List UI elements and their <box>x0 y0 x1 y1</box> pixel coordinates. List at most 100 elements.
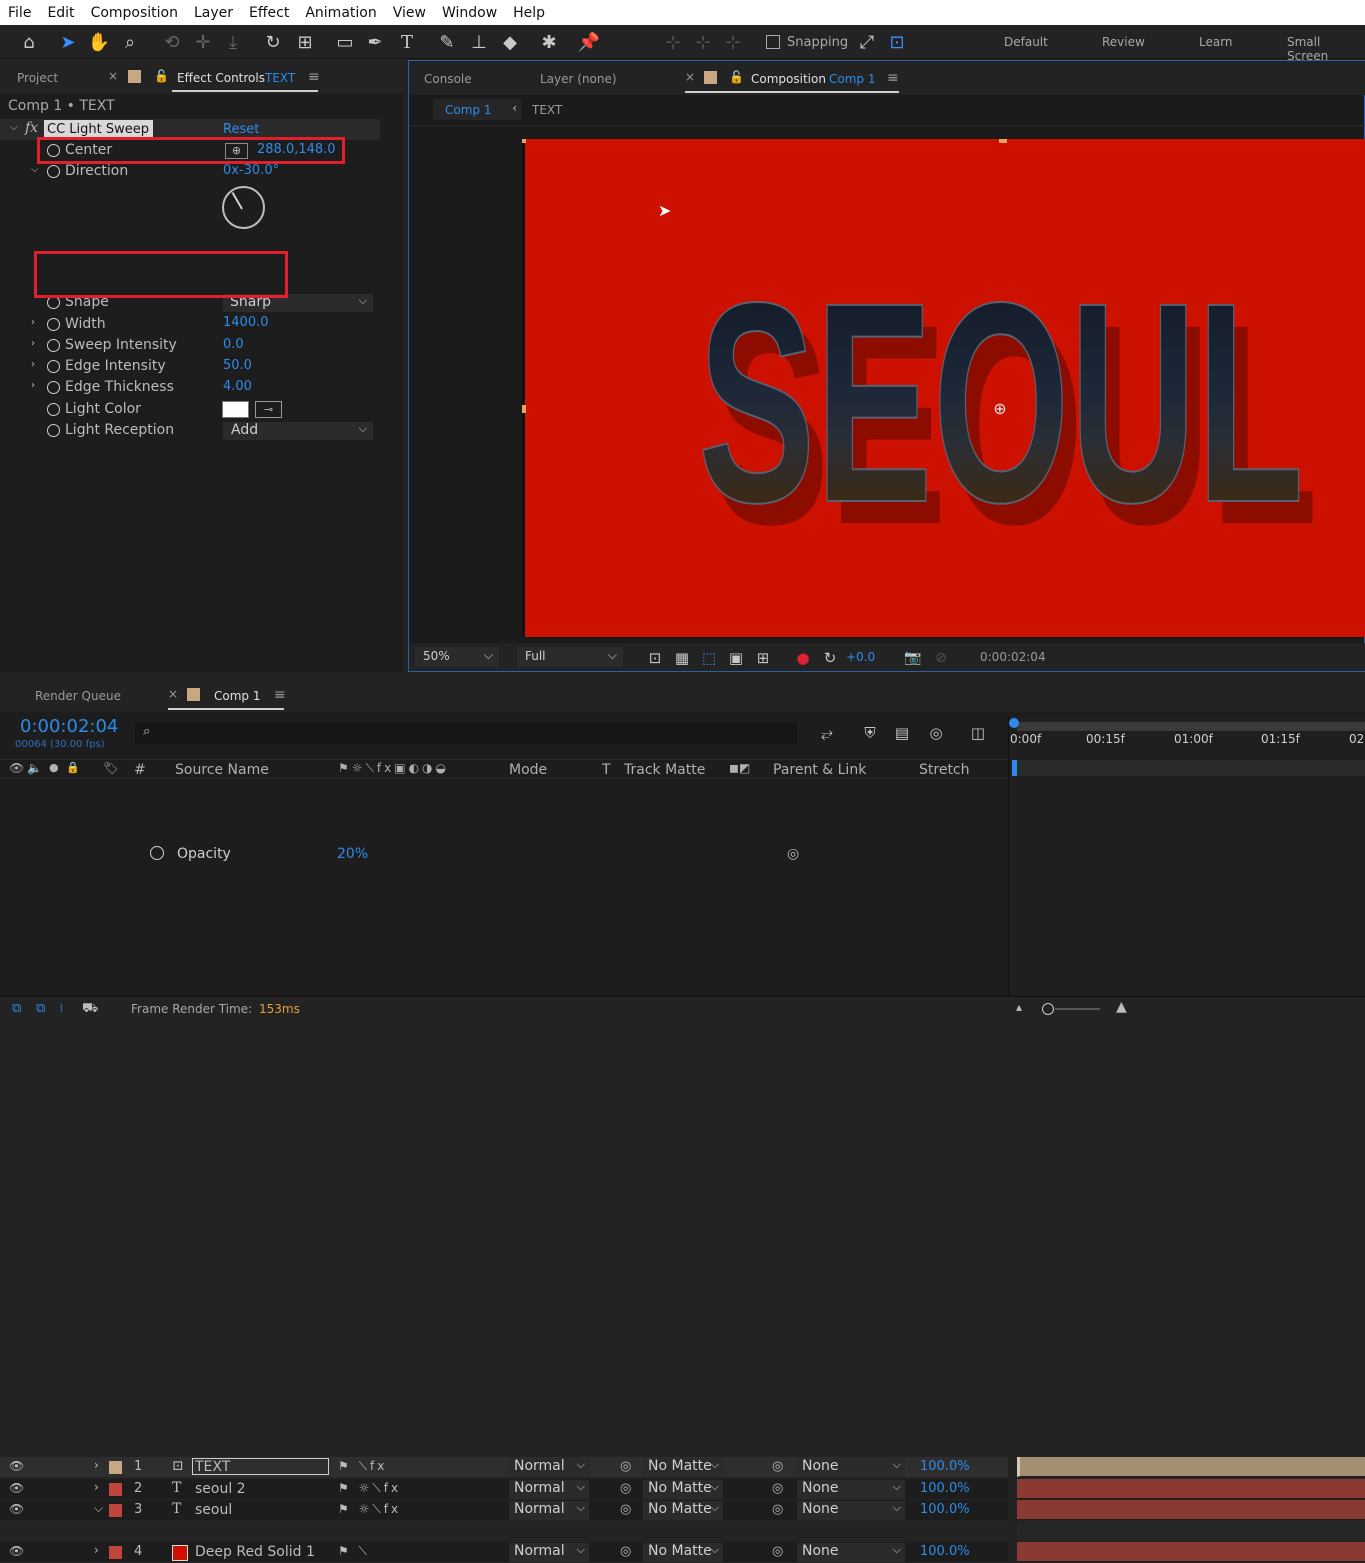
light-color-swatch[interactable] <box>222 401 249 418</box>
prop-value-edge-intensity[interactable]: 50.0 <box>223 358 252 373</box>
panel-menu-icon[interactable]: ≡ <box>274 687 286 703</box>
tab-effect-controls[interactable]: Effect Controls <box>177 71 265 85</box>
pick-whip-icon[interactable]: ◎ <box>772 1502 783 1517</box>
mode-dropdown[interactable]: Normal ⌵ <box>509 1543 589 1562</box>
eye-icon[interactable]: 👁 <box>9 1459 24 1473</box>
toggle-layer-switches-icon[interactable]: ⧉ <box>12 1001 21 1016</box>
transform-handle[interactable] <box>522 139 526 143</box>
menu-effect[interactable]: Effect <box>241 5 297 21</box>
tab-render-queue[interactable]: Render Queue <box>35 689 121 703</box>
menu-edit[interactable]: Edit <box>39 5 82 21</box>
grid-guides-icon[interactable]: ⊞ <box>750 645 776 671</box>
eye-icon[interactable]: 👁 <box>9 1502 24 1516</box>
menu-window[interactable]: Window <box>434 5 505 21</box>
prop-value-direction[interactable]: 0x-30.0° <box>223 163 279 178</box>
mode-dropdown[interactable]: Normal ⌵ <box>509 1458 589 1477</box>
layer-switches[interactable]: ⚑ ⟍ <box>338 1544 370 1559</box>
timeline-graph-area[interactable]: 0:00f 00:15f 01:00f 01:15f 02: <box>1008 716 1365 1016</box>
composition-canvas[interactable]: SEOUL SEOUL ⊕ ➤ <box>522 139 1365 637</box>
menu-file[interactable]: File <box>0 5 39 21</box>
menu-layer[interactable]: Layer <box>186 5 241 21</box>
eyedropper-icon[interactable]: ⊸ <box>255 401 282 418</box>
tab-composition-name[interactable]: Comp 1 <box>829 72 875 86</box>
stopwatch-icon[interactable] <box>47 424 60 437</box>
frame-blending-icon[interactable]: ▤ <box>889 720 915 746</box>
menu-composition[interactable]: Composition <box>83 5 186 21</box>
close-icon[interactable]: × <box>685 70 695 84</box>
chevron-down-icon[interactable]: ⌵ <box>31 164 39 175</box>
reset-exposure-icon[interactable]: ↻ <box>817 645 843 671</box>
header-track-matte[interactable]: Track Matte <box>624 762 705 778</box>
chevron-right-icon[interactable]: › <box>94 1480 99 1494</box>
panel-menu-icon[interactable]: ≡ <box>308 69 320 85</box>
transform-handle[interactable] <box>522 405 526 413</box>
pick-whip-icon[interactable]: ◎ <box>772 1481 783 1496</box>
menu-view[interactable]: View <box>385 5 434 21</box>
zoom-dropdown[interactable]: 50% ⌵ <box>415 647 499 667</box>
track-matte-dropdown[interactable]: No Matte ⌵ <box>643 1480 723 1499</box>
layer-duration-bar[interactable] <box>1017 1457 1365 1477</box>
layer-name[interactable]: seoul <box>195 1502 232 1518</box>
layer-name[interactable]: seoul 2 <box>195 1481 246 1497</box>
chevron-right-icon[interactable]: › <box>31 359 35 370</box>
layer-duration-bar[interactable] <box>1017 1542 1365 1562</box>
menu-help[interactable]: Help <box>505 5 553 21</box>
axis-world-icon[interactable]: ⊹ <box>690 29 716 55</box>
layer-label-color[interactable] <box>109 1504 122 1517</box>
table-row[interactable]: 👁 › 4 Deep Red Solid 1 ⚑ ⟍ Normal ⌵ ◎ No … <box>0 1542 1008 1563</box>
pick-whip-icon[interactable]: ◎ <box>772 1459 783 1474</box>
sub-tab-comp[interactable]: Comp 1 ‹ <box>433 99 521 120</box>
chevron-down-icon[interactable]: ⌵ <box>10 122 18 133</box>
stopwatch-icon[interactable] <box>47 360 60 373</box>
layer-switches[interactable]: ⚑ ☼⟍fx <box>338 1481 401 1496</box>
stretch-value[interactable]: 100.0% <box>920 1544 970 1559</box>
matte-link-icon[interactable]: ◎ <box>620 1544 631 1559</box>
pen-tool-icon[interactable]: ✒ <box>362 29 388 55</box>
snap-edges-icon[interactable]: ⤢ <box>854 29 880 55</box>
zoom-slider-track[interactable] <box>1055 1008 1100 1010</box>
chevron-down-icon[interactable]: ⌵ <box>94 1501 103 1516</box>
lock-icon[interactable]: 🔒 <box>66 761 80 774</box>
rotate-tool-icon[interactable]: ↻ <box>260 29 286 55</box>
parent-dropdown[interactable]: None ⌵ <box>797 1543 905 1562</box>
tab-composition[interactable]: Composition <box>751 72 826 86</box>
zoom-slider-handle[interactable] <box>1042 1003 1054 1015</box>
layer-switches[interactable]: ⚑ ⟍fx <box>338 1459 387 1474</box>
workspace-small-screen[interactable]: Small Screen <box>1287 35 1365 63</box>
motion-blur-icon[interactable]: ◎ <box>923 720 949 746</box>
tab-console[interactable]: Console <box>424 72 472 86</box>
header-source-name[interactable]: Source Name <box>175 762 269 778</box>
header-parent-link[interactable]: Parent & Link <box>773 762 866 778</box>
graph-editor-icon[interactable]: ◫ <box>965 720 991 746</box>
matte-link-icon[interactable]: ◎ <box>620 1459 631 1474</box>
draft-3d-icon[interactable]: ⛨ <box>857 720 883 746</box>
table-row[interactable]: 👁 ⌵ 3 T seoul ⚑ ☼⟍fx Normal ⌵ ◎ No Matte ⌵… <box>0 1500 1008 1521</box>
eye-icon[interactable]: 👁 <box>9 1481 24 1495</box>
lock-icon[interactable]: 🔓 <box>729 70 744 84</box>
dolly-camera-icon[interactable]: ⤓ <box>220 29 246 55</box>
zoom-tool-icon[interactable]: ⌕ <box>117 29 143 55</box>
work-area-start-handle[interactable] <box>1009 718 1019 728</box>
tab-timeline-comp[interactable]: Comp 1 <box>214 689 260 703</box>
parent-dropdown[interactable]: None ⌵ <box>797 1458 905 1477</box>
zoom-out-icon[interactable]: ▴ <box>1016 1000 1022 1014</box>
sub-tab-text[interactable]: TEXT <box>532 103 562 117</box>
table-row[interactable]: 👁 › 2 T seoul 2 ⚑ ☼⟍fx Normal ⌵ ◎ No Matt… <box>0 1479 1008 1500</box>
matte-link-icon[interactable]: ◎ <box>620 1502 631 1517</box>
chevron-right-icon[interactable]: › <box>94 1458 99 1472</box>
close-icon[interactable]: × <box>108 69 118 83</box>
solo-icon[interactable]: ● <box>49 761 59 774</box>
stretch-value[interactable]: 100.0% <box>920 1502 970 1517</box>
tab-project[interactable]: Project <box>17 71 58 85</box>
hand-tool-icon[interactable]: ✋ <box>86 29 112 55</box>
eraser-tool-icon[interactable]: ◆ <box>497 29 523 55</box>
pan-camera-icon[interactable]: ✛ <box>190 29 216 55</box>
home-icon[interactable]: ⌂ <box>16 29 42 55</box>
axis-view-icon[interactable]: ⊹ <box>720 29 746 55</box>
layer-duration-bar[interactable] <box>1017 1479 1365 1499</box>
pan-behind-icon[interactable]: ⊞ <box>292 29 318 55</box>
pick-whip-icon[interactable]: ◎ <box>772 1544 783 1559</box>
opacity-value[interactable]: 20% <box>337 846 368 862</box>
mode-dropdown[interactable]: Normal ⌵ <box>509 1480 589 1499</box>
chevron-right-icon[interactable]: › <box>31 317 35 328</box>
